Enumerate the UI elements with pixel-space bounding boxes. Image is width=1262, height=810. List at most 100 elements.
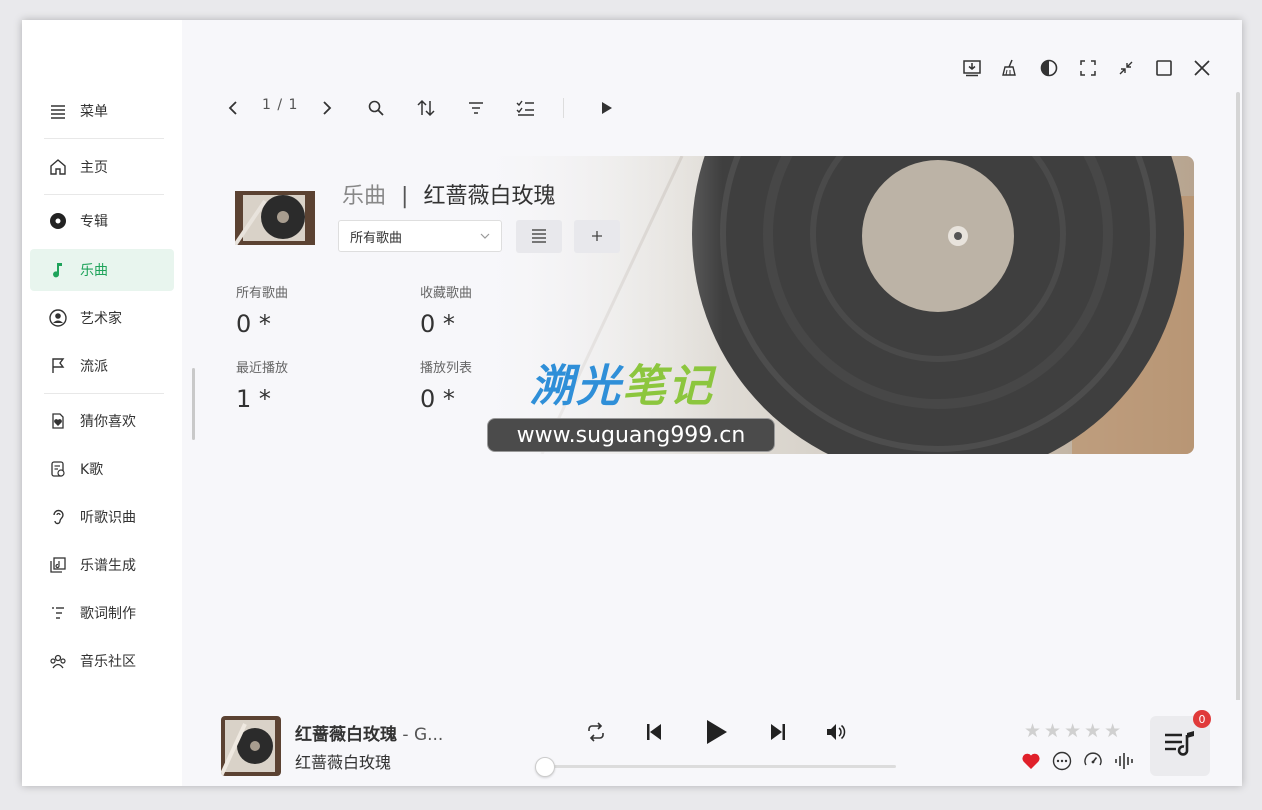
sidebar-item-songs[interactable]: 乐曲	[30, 249, 174, 291]
theme-contrast-icon[interactable]	[1037, 56, 1061, 80]
sidebar-item-label: 乐谱生成	[80, 558, 136, 574]
community-icon	[48, 651, 68, 671]
sidebar-item-karaoke[interactable]: K歌	[30, 448, 174, 490]
song-filter-select[interactable]: 所有歌曲	[338, 220, 502, 252]
sidebar-item-recognize[interactable]: 听歌识曲	[30, 496, 174, 538]
stat-value-all-songs[interactable]: 0 *	[236, 310, 271, 338]
section-name: 乐曲	[342, 184, 387, 209]
stat-value-favorites[interactable]: 0 *	[420, 310, 455, 338]
sidebar-item-lyrics[interactable]: 歌词制作	[30, 592, 174, 634]
toolbar-divider	[563, 98, 564, 118]
sidebar-divider	[44, 393, 164, 394]
sound-effects-icon[interactable]	[1113, 750, 1135, 772]
music-note-icon	[48, 260, 68, 280]
sidebar-item-genre[interactable]: 流派	[30, 345, 174, 387]
select-value: 所有歌曲	[350, 230, 403, 246]
sidebar-item-home[interactable]: 主页	[30, 146, 174, 188]
search-icon[interactable]	[364, 96, 388, 120]
heart-doc-icon	[48, 411, 68, 431]
stat-label-all-songs: 所有歌曲	[236, 286, 289, 301]
list-view-button[interactable]	[516, 220, 562, 253]
maximize-icon[interactable]	[1152, 56, 1176, 80]
progress-track[interactable]	[544, 765, 896, 768]
watermark-title: 溯光笔记	[530, 350, 714, 414]
more-options-icon[interactable]	[1051, 750, 1073, 772]
karaoke-icon	[48, 459, 68, 479]
filter-icon[interactable]	[464, 96, 488, 120]
download-icon[interactable]	[960, 56, 984, 80]
stat-value-recent[interactable]: 1 *	[236, 385, 271, 413]
ear-icon	[48, 507, 68, 527]
previous-track-button[interactable]	[642, 719, 666, 745]
repeat-icon[interactable]	[584, 720, 608, 744]
album-icon	[48, 211, 68, 231]
score-icon	[48, 555, 68, 575]
sidebar-item-label: 乐曲	[80, 263, 108, 279]
sidebar-divider	[44, 194, 164, 195]
sidebar: 菜单 主页 专辑 乐曲 艺术家 流派 猜你喜欢 K歌 听歌识曲 乐谱生成 歌词制…	[22, 20, 195, 786]
close-icon[interactable]	[1190, 56, 1214, 80]
stat-label-recent: 最近播放	[236, 361, 289, 376]
sidebar-item-label: 猜你喜欢	[80, 414, 136, 430]
sidebar-item-label: 专辑	[80, 214, 108, 230]
sort-icon[interactable]	[414, 96, 438, 120]
sidebar-item-label: 艺术家	[80, 311, 122, 327]
prev-page-button[interactable]	[222, 96, 246, 120]
sidebar-item-label: 主页	[80, 160, 108, 176]
page-title: 乐曲 | 红蔷薇白玫瑰	[342, 178, 555, 210]
now-playing-title[interactable]: 红蔷薇白玫瑰 - G...	[295, 720, 443, 745]
add-button[interactable]	[574, 220, 620, 253]
menu-icon	[48, 101, 68, 121]
now-playing-title-text: 红蔷薇白玫瑰	[295, 725, 397, 745]
progress-handle[interactable]	[535, 757, 555, 777]
flag-icon	[48, 356, 68, 376]
sidebar-item-label: 听歌识曲	[80, 510, 136, 526]
sidebar-item-album[interactable]: 专辑	[30, 200, 174, 242]
stat-label-playlists: 播放列表	[420, 361, 473, 376]
sidebar-item-label: K歌	[80, 462, 104, 478]
watermark-url: www.suguang999.cn	[487, 418, 775, 452]
sidebar-item-label: 歌词制作	[80, 606, 136, 622]
queue-icon	[1163, 729, 1197, 763]
page-indicator: 1 / 1	[262, 97, 299, 113]
plus-icon	[591, 227, 603, 246]
now-playing-artist[interactable]: 红蔷薇白玫瑰	[295, 749, 391, 773]
app-window: 菜单 主页 专辑 乐曲 艺术家 流派 猜你喜欢 K歌 听歌识曲 乐谱生成 歌词制…	[22, 20, 1242, 786]
sidebar-scrollbar[interactable]	[192, 368, 195, 440]
queue-count-badge: 0	[1193, 710, 1211, 728]
rating-stars[interactable]: ★★★★★	[1024, 720, 1124, 742]
sidebar-item-label: 菜单	[80, 104, 108, 120]
main-scrollbar[interactable]	[1236, 92, 1240, 702]
sidebar-item-label: 音乐社区	[80, 654, 136, 670]
sidebar-item-label: 流派	[80, 359, 108, 375]
home-icon	[48, 157, 68, 177]
mini-mode-icon[interactable]	[1114, 56, 1138, 80]
sidebar-item-community[interactable]: 音乐社区	[30, 640, 174, 682]
chevron-down-icon	[479, 230, 491, 246]
next-track-button[interactable]	[766, 719, 790, 745]
now-playing-cover[interactable]	[221, 716, 281, 776]
watermark-title-part2: 笔记	[622, 361, 714, 412]
album-thumbnail	[233, 191, 315, 247]
next-page-button[interactable]	[314, 96, 338, 120]
stat-value-playlists[interactable]: 0 *	[420, 385, 455, 413]
volume-icon[interactable]	[824, 720, 848, 744]
fullscreen-icon[interactable]	[1076, 56, 1100, 80]
sidebar-item-score[interactable]: 乐谱生成	[30, 544, 174, 586]
watermark-title-part1: 溯光	[530, 361, 622, 412]
lyrics-icon	[48, 603, 68, 623]
sidebar-item-artist[interactable]: 艺术家	[30, 297, 174, 339]
now-playing-title-tail: - G...	[397, 725, 444, 745]
sidebar-item-menu[interactable]: 菜单	[30, 90, 174, 132]
broom-icon[interactable]	[998, 56, 1022, 80]
play-button[interactable]	[700, 715, 732, 749]
play-all-icon[interactable]	[594, 96, 618, 120]
sidebar-divider	[44, 138, 164, 139]
sidebar-item-recommend[interactable]: 猜你喜欢	[30, 400, 174, 442]
song-name: 红蔷薇白玫瑰	[423, 184, 556, 209]
playback-speed-icon[interactable]	[1082, 750, 1104, 772]
multi-select-icon[interactable]	[514, 96, 538, 120]
stat-label-favorites: 收藏歌曲	[420, 286, 473, 301]
favorite-heart-icon[interactable]	[1020, 750, 1042, 772]
title-separator: |	[401, 184, 409, 209]
